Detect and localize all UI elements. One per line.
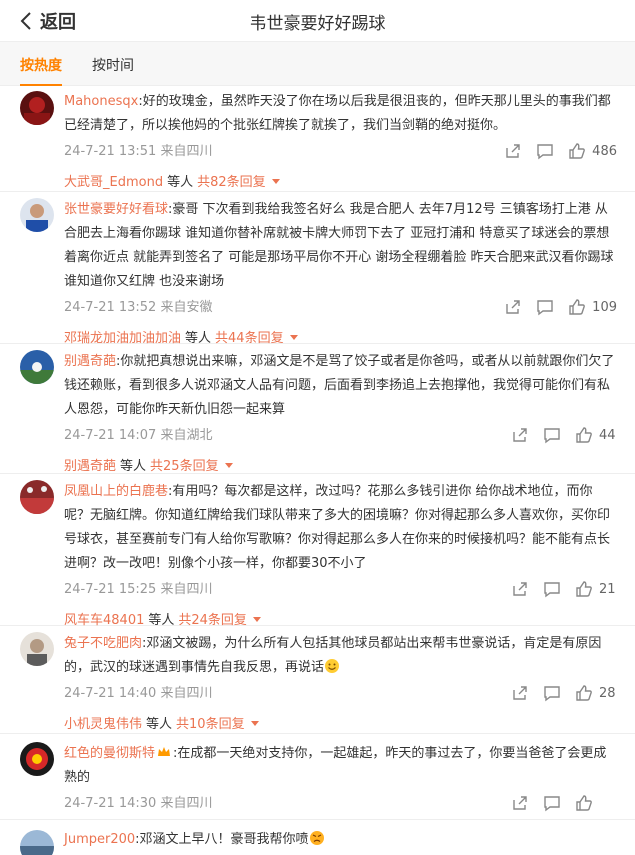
comment-item: 兔子不吃肥肉:邓涵文被踢，为什么所有人包括其他球员都站出来帮韦世豪说话，肯定是有… bbox=[0, 626, 635, 734]
share-icon[interactable] bbox=[511, 426, 529, 444]
comment-time: 24-7-21 14:30 来自四川 bbox=[64, 796, 213, 811]
like-icon[interactable] bbox=[575, 684, 593, 702]
share-icon[interactable] bbox=[511, 794, 529, 812]
comment-item: 张世豪要好好看球:豪哥 下次看到我给我签名好么 我是合肥人 去年7月12号 三镇… bbox=[0, 192, 635, 346]
avatar[interactable] bbox=[20, 742, 54, 776]
comment-text: 别遇奇葩:你就把真想说出来嘛，邓涵文是不是骂了饺子或者是你爸吗，或者从以前就跟你… bbox=[64, 354, 615, 417]
avatar[interactable] bbox=[20, 350, 54, 384]
comment-text: Mahonesqx:好的玫瑰金，虽然昨天没了你在场以后我是很沮丧的，但昨天那儿里… bbox=[64, 94, 611, 133]
share-icon[interactable] bbox=[511, 684, 529, 702]
comment-username[interactable]: 别遇奇葩 bbox=[64, 354, 116, 369]
avatar[interactable] bbox=[20, 198, 54, 232]
comment-icon[interactable] bbox=[543, 794, 561, 812]
like-icon[interactable] bbox=[575, 794, 593, 812]
comment-text: Jumper200:邓涵文上早八！豪哥我帮你喷 bbox=[64, 828, 617, 852]
like-icon[interactable] bbox=[575, 426, 593, 444]
angry-emoji-icon bbox=[309, 831, 324, 845]
comment-text: 张世豪要好好看球:豪哥 下次看到我给我签名好么 我是合肥人 去年7月12号 三镇… bbox=[64, 202, 614, 289]
comment-item: 红色的曼彻斯特:在成都一天绝对支持你，一起雄起，昨天的事过去了，你要当爸爸了会更… bbox=[0, 734, 635, 820]
comment-item: Mahonesqx:好的玫瑰金，虽然昨天没了你在场以后我是很沮丧的，但昨天那儿里… bbox=[0, 86, 635, 192]
page-title: 韦世豪要好好踢球 bbox=[249, 14, 386, 34]
share-icon[interactable] bbox=[504, 298, 522, 316]
comment-icon[interactable] bbox=[543, 580, 561, 598]
caret-down-icon bbox=[289, 335, 298, 340]
caret-down-icon bbox=[271, 179, 280, 184]
comment-text: 兔子不吃肥肉:邓涵文被踢，为什么所有人包括其他球员都站出来帮韦世豪说话，肯定是有… bbox=[64, 636, 602, 675]
reply-username[interactable]: 小机灵鬼伟伟 bbox=[64, 717, 142, 732]
tab-sort-time[interactable]: 按时间 bbox=[92, 55, 134, 75]
comment-icon[interactable] bbox=[536, 142, 554, 160]
share-icon[interactable] bbox=[511, 580, 529, 598]
like-count: 21 bbox=[599, 581, 616, 597]
comment-meta: 24-7-21 15:25 来自四川 21 bbox=[64, 578, 617, 600]
comment-time: 24-7-21 14:07 来自湖北 bbox=[64, 428, 213, 443]
comment-time: 24-7-21 14:40 来自四川 bbox=[64, 686, 213, 701]
reply-count-link[interactable]: 共10条回复 bbox=[176, 717, 245, 732]
reply-count-link[interactable]: 共82条回复 bbox=[197, 175, 266, 190]
comment-text: 凤凰山上的白鹿巷:有用吗？每次都是这样，改过吗？花那么多钱引进你 给你战术地位，… bbox=[64, 484, 611, 571]
comment-meta: 24-7-21 13:51 来自四川 486 bbox=[64, 140, 617, 162]
avatar[interactable] bbox=[20, 91, 54, 125]
share-icon[interactable] bbox=[504, 142, 522, 160]
comment-meta: 24-7-21 14:30 来自四川 bbox=[64, 792, 617, 814]
crown-icon bbox=[158, 747, 171, 756]
avatar[interactable] bbox=[20, 480, 54, 514]
comment-username[interactable]: Mahonesqx bbox=[64, 94, 138, 109]
like-icon[interactable] bbox=[575, 580, 593, 598]
like-count: 109 bbox=[592, 299, 617, 315]
avatar[interactable] bbox=[20, 830, 54, 855]
comment-icon[interactable] bbox=[543, 426, 561, 444]
comment-time: 24-7-21 13:52 来自安徽 bbox=[64, 300, 213, 315]
sort-bar: 按热度 按时间 bbox=[0, 42, 635, 86]
comment-username[interactable]: Jumper200 bbox=[64, 832, 135, 847]
like-count: 486 bbox=[592, 143, 617, 159]
comment-username[interactable]: 凤凰山上的白鹿巷 bbox=[64, 484, 168, 499]
comment-username[interactable]: 兔子不吃肥肉 bbox=[64, 636, 142, 651]
reply-username[interactable]: 别遇奇葩 bbox=[64, 459, 116, 474]
comment-time: 24-7-21 13:51 来自四川 bbox=[64, 144, 213, 159]
comment-item: Jumper200:邓涵文上早八！豪哥我帮你喷 bbox=[0, 820, 635, 855]
caret-down-icon bbox=[252, 617, 261, 622]
header-bar: 返回 韦世豪要好好踢球 bbox=[0, 0, 635, 42]
like-count: 44 bbox=[599, 427, 616, 443]
like-icon[interactable] bbox=[568, 142, 586, 160]
comment-meta: 24-7-21 14:40 来自四川 28 bbox=[64, 682, 617, 704]
comment-icon[interactable] bbox=[543, 684, 561, 702]
comment-icon[interactable] bbox=[536, 298, 554, 316]
comment-username[interactable]: 张世豪要好好看球 bbox=[64, 202, 168, 217]
avatar[interactable] bbox=[20, 632, 54, 666]
comment-item: 凤凰山上的白鹿巷:有用吗？每次都是这样，改过吗？花那么多钱引进你 给你战术地位，… bbox=[0, 474, 635, 628]
caret-down-icon bbox=[224, 463, 233, 468]
reply-username[interactable]: 大武哥_Edmond bbox=[64, 175, 163, 190]
reply-count-link[interactable]: 共25条回复 bbox=[150, 459, 219, 474]
like-icon[interactable] bbox=[568, 298, 586, 316]
comment-meta: 24-7-21 13:52 来自安徽 109 bbox=[64, 296, 617, 318]
comment-text: 红色的曼彻斯特:在成都一天绝对支持你，一起雄起，昨天的事过去了，你要当爸爸了会更… bbox=[64, 746, 607, 785]
tab-sort-hot[interactable]: 按热度 bbox=[20, 55, 62, 86]
smile-emoji-icon bbox=[325, 659, 340, 673]
comment-meta: 24-7-21 14:07 来自湖北 44 bbox=[64, 424, 617, 446]
comment-time: 24-7-21 15:25 来自四川 bbox=[64, 582, 213, 597]
caret-down-icon bbox=[250, 721, 259, 726]
comment-username[interactable]: 红色的曼彻斯特 bbox=[64, 746, 155, 761]
comment-item: 别遇奇葩:你就把真想说出来嘛，邓涵文是不是骂了饺子或者是你爸吗，或者从以前就跟你… bbox=[0, 344, 635, 474]
like-count: 28 bbox=[599, 685, 616, 701]
